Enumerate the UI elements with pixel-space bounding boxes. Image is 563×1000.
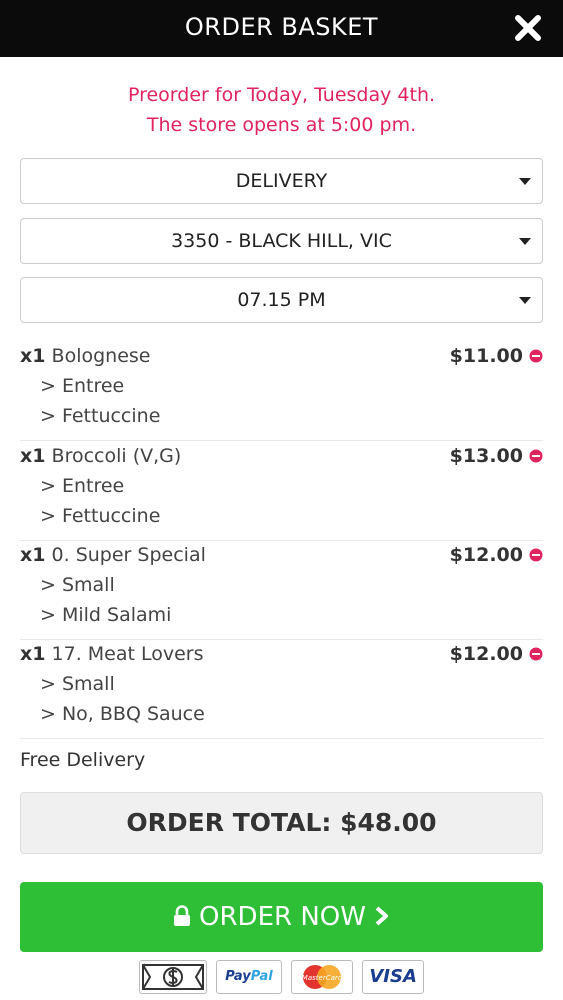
item-qty: x1	[20, 643, 46, 665]
payment-methods: PayPal MasterCard VISA	[0, 960, 563, 996]
visa-icon: VISA	[362, 960, 425, 994]
remove-item-icon[interactable]	[529, 349, 543, 363]
order-total-box: ORDER TOTAL: $48.00	[20, 792, 543, 854]
order-now-content: ORDER NOW	[20, 902, 543, 932]
visa-label: VISA	[369, 966, 417, 987]
item-price: $11.00	[449, 345, 523, 367]
item-title: x1 Bolognese	[20, 341, 150, 371]
item-title: x1 17. Meat Lovers	[20, 639, 204, 669]
paypal-pay: Pay	[225, 969, 251, 984]
item-option: > Small	[40, 673, 115, 695]
caret-down-icon	[519, 297, 531, 304]
item-name: 17. Meat Lovers	[51, 643, 204, 665]
item-qty: x1	[20, 544, 46, 566]
paypal-icon: PayPal	[215, 960, 282, 994]
preorder-notice: Preorder for Today, Tuesday 4th. The sto…	[0, 80, 563, 140]
item-name: Bolognese	[51, 345, 151, 367]
item-option: > Entree	[40, 375, 125, 397]
item-name: 0. Super Special	[51, 544, 206, 566]
suburb-select[interactable]: 3350 - BLACK HILL, VIC	[20, 218, 543, 264]
item-price: $12.00	[449, 544, 523, 566]
delivery-note: Free Delivery	[20, 749, 146, 771]
basket-item: x1 Broccoli (V,G) > Entree > Fettuccine …	[20, 441, 543, 541]
time-select[interactable]: 07.15 PM	[20, 277, 543, 323]
item-option: > No, BBQ Sauce	[40, 703, 205, 725]
order-now-label: ORDER NOW	[199, 902, 366, 932]
item-qty: x1	[20, 445, 46, 467]
item-qty: x1	[20, 345, 46, 367]
page-title: ORDER BASKET	[184, 13, 379, 41]
close-button[interactable]	[513, 13, 543, 43]
remove-item-icon[interactable]	[529, 449, 543, 463]
notice-line-1: Preorder for Today, Tuesday 4th.	[127, 84, 436, 106]
suburb-value: 3350 - BLACK HILL, VIC	[171, 230, 392, 252]
basket-item: x1 17. Meat Lovers > Small > No, BBQ Sau…	[20, 639, 543, 739]
order-type-value: DELIVERY	[235, 170, 328, 192]
mastercard-label: MasterCard	[302, 974, 343, 982]
order-now-button[interactable]: ORDER NOW	[20, 882, 543, 952]
item-price: $13.00	[449, 445, 523, 467]
time-value: 07.15 PM	[237, 289, 326, 311]
item-price: $12.00	[449, 643, 523, 665]
remove-item-icon[interactable]	[529, 647, 543, 661]
order-total: ORDER TOTAL: $48.00	[126, 808, 437, 837]
item-option: > Small	[40, 574, 115, 596]
mastercard-icon: MasterCard	[291, 960, 354, 994]
paypal-pal: Pal	[250, 969, 273, 984]
chevron-right-icon	[375, 906, 389, 926]
remove-item-icon[interactable]	[529, 548, 543, 562]
item-option: > Fettuccine	[40, 505, 161, 527]
caret-down-icon	[519, 238, 531, 245]
item-option: > Entree	[40, 475, 125, 497]
item-name: Broccoli (V,G)	[51, 445, 182, 467]
item-title: x1 Broccoli (V,G)	[20, 441, 181, 471]
basket-item: x1 0. Super Special > Small > Mild Salam…	[20, 540, 543, 640]
close-icon	[515, 15, 541, 41]
header-bar: ORDER BASKET	[0, 0, 563, 57]
order-type-select[interactable]: DELIVERY	[20, 158, 543, 204]
basket-item: x1 Bolognese > Entree > Fettuccine $11.0…	[20, 341, 543, 441]
notice-line-2: The store opens at 5:00 pm.	[146, 114, 417, 136]
caret-down-icon	[519, 178, 531, 185]
item-title: x1 0. Super Special	[20, 540, 206, 570]
lock-icon	[173, 905, 190, 926]
cash-icon	[138, 960, 207, 994]
item-option: > Fettuccine	[40, 405, 161, 427]
item-option: > Mild Salami	[40, 604, 172, 626]
